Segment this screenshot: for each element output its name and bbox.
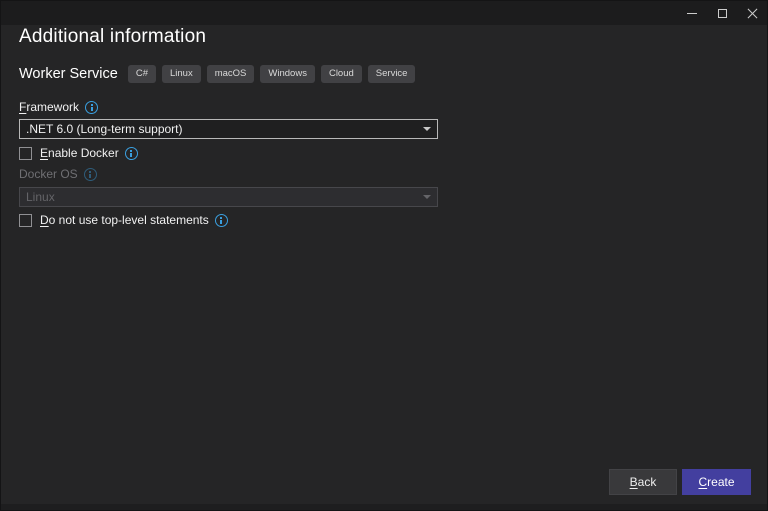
framework-select-value: .NET 6.0 (Long-term support) (26, 122, 183, 136)
docker-os-select-value: Linux (26, 190, 55, 204)
top-level-statements-checkbox[interactable] (19, 213, 32, 227)
enable-docker-row[interactable]: Enable Docker (19, 146, 138, 160)
template-row: Worker Service C# Linux macOS Windows Cl… (19, 65, 749, 83)
info-icon[interactable] (83, 167, 97, 181)
framework-label: Framework (19, 100, 80, 114)
chevron-down-icon (423, 195, 431, 199)
docker-os-label-row: Docker OS (19, 167, 97, 181)
maximize-button[interactable] (707, 1, 737, 25)
info-icon[interactable] (85, 100, 99, 114)
tag-macos: macOS (206, 65, 255, 83)
additional-information-dialog: Additional information Worker Service C#… (0, 0, 768, 511)
top-level-statements-label: Do not use top-level statements (40, 213, 209, 227)
tag-csharp: C# (127, 65, 156, 83)
minimize-button[interactable] (677, 1, 707, 25)
maximize-icon (717, 8, 727, 18)
top-level-statements-row[interactable]: Do not use top-level statements (19, 213, 228, 227)
close-button[interactable] (737, 1, 767, 25)
back-button[interactable]: Back (609, 469, 677, 495)
titlebar (1, 1, 767, 25)
tag-list: C# Linux macOS Windows Cloud Service (127, 65, 416, 83)
template-name: Worker Service (19, 65, 118, 82)
window-bottom-edge (1, 504, 767, 510)
tag-service: Service (367, 65, 416, 83)
framework-select[interactable]: .NET 6.0 (Long-term support) (19, 119, 438, 139)
tag-linux: Linux (162, 65, 201, 83)
chevron-down-icon (423, 127, 431, 131)
docker-os-select: Linux (19, 187, 438, 207)
framework-label-row: Framework (19, 100, 99, 114)
tag-cloud: Cloud (320, 65, 362, 83)
page-title: Additional information (19, 26, 207, 47)
tag-windows: Windows (260, 65, 315, 83)
close-icon (747, 8, 758, 19)
info-icon[interactable] (214, 213, 228, 227)
create-button[interactable]: Create (682, 469, 751, 495)
docker-os-label: Docker OS (19, 167, 78, 181)
info-icon[interactable] (124, 146, 138, 160)
minimize-icon (687, 12, 697, 14)
enable-docker-checkbox[interactable] (19, 146, 32, 160)
enable-docker-label: Enable Docker (40, 146, 119, 160)
